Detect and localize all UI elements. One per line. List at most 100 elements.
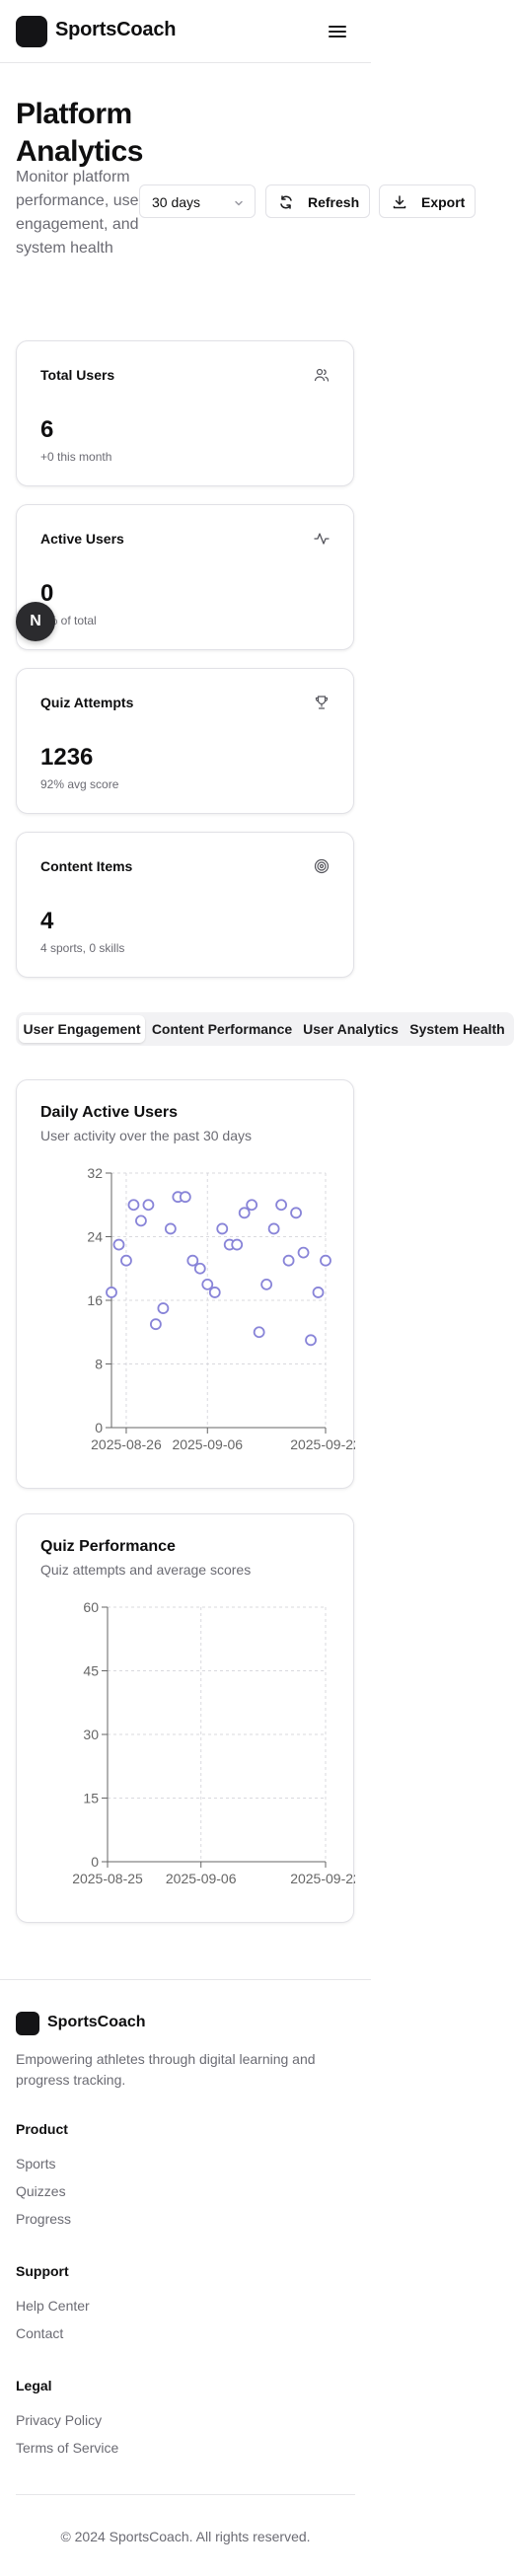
stat-value: 1236 [40,744,94,771]
stat-note: 92% avg score [40,777,119,791]
tab-list: User Engagement Content Performance User… [16,1012,514,1046]
stat-title: Total Users [40,367,115,383]
page-subtitle: Monitor platform performance, user engag… [16,169,144,257]
stat-value: 4 [40,908,54,934]
data-point [208,1287,221,1298]
tab-system-health[interactable]: System Health [405,1015,509,1043]
stat-card-active-users: Active Users 0 0% of total [16,504,354,650]
data-point [193,1262,206,1275]
data-point [112,1238,125,1251]
x-tick-label: 2025-08-26 [91,1436,162,1452]
page-title: Platform Analytics [16,98,143,168]
x-tick-label: 2025-09-06 [172,1436,243,1452]
quiz-performance-card: Quiz Performance Quiz attempts and avera… [16,1513,355,1923]
x-tick-label: 2025-09-22 [290,1436,355,1452]
stat-note: +0 this month [40,450,112,464]
stat-title: Quiz Attempts [40,695,134,710]
y-tick-label: 24 [87,1229,103,1245]
footer-brand: SportsCoach [47,2014,146,2030]
x-tick-label: 2025-08-25 [72,1871,143,1886]
data-point [186,1254,199,1267]
data-point [282,1254,295,1267]
footer-link-privacy-policy[interactable]: Privacy Policy [16,2412,102,2428]
footer-logo [16,2012,39,2035]
stat-title: Active Users [40,531,124,547]
footer-link-sports[interactable]: Sports [16,2156,55,2171]
refresh-icon [278,194,294,210]
brand-name[interactable]: SportsCoach [55,19,176,41]
x-tick-label: 2025-09-06 [166,1871,237,1886]
users-icon [314,367,330,383]
hamburger-menu-icon[interactable] [326,20,349,43]
data-point [142,1199,155,1212]
data-point [238,1207,251,1219]
chevron-down-icon [233,196,245,208]
quiz-performance-chart: 0 15 30 45 60 2025-08-25 2025-09-06 2025-09-22 [72,1599,355,1886]
tab-user-engagement[interactable]: User Engagement [19,1015,145,1043]
footer-link-terms-of-service[interactable]: Terms of Service [16,2440,118,2456]
trophy-icon [314,695,330,710]
data-point [164,1222,177,1235]
export-button[interactable]: Export [379,184,476,218]
y-tick-label: 8 [95,1357,103,1372]
data-point [312,1287,325,1298]
data-point [201,1278,214,1290]
data-point [260,1278,273,1290]
export-label: Export [421,194,466,210]
y-tick-label: 0 [95,1420,103,1435]
target-icon [314,858,330,874]
data-point [135,1214,147,1227]
logo[interactable] [16,16,47,47]
footer-tagline: Empowering athletes through digital lear… [16,2051,316,2088]
y-tick-label: 0 [91,1854,99,1870]
data-point [149,1318,162,1331]
footer-heading-product: Product [16,2121,68,2137]
avatar[interactable]: N [16,602,55,641]
top-nav: SportsCoach [0,0,371,63]
y-tick-label: 15 [83,1791,99,1806]
data-point [157,1302,170,1314]
daily-active-users-chart: 0 8 16 24 32 2025-08-26 2025-09-06 2025-09-22 [87,1165,355,1452]
copyright: © 2024 SportsCoach. All rights reserved. [60,2529,311,2544]
tab-user-analytics[interactable]: User Analytics [299,1015,403,1043]
x-tick-label: 2025-09-22 [290,1871,355,1886]
footer-link-help-center[interactable]: Help Center [16,2298,90,2314]
data-point [320,1254,331,1267]
data-point [106,1287,117,1298]
y-tick-label: 32 [87,1165,103,1181]
data-point [120,1254,132,1267]
y-tick-label: 30 [83,1727,99,1742]
y-tick-label: 60 [83,1599,99,1615]
refresh-label: Refresh [308,194,360,210]
download-icon [392,194,407,210]
data-point [246,1199,258,1212]
data-point [179,1191,191,1204]
date-range-value: 30 days [152,194,201,210]
data-point [290,1207,302,1219]
date-range-select[interactable]: 30 days [139,184,256,218]
data-point [253,1326,265,1339]
stat-title: Content Items [40,858,133,874]
data-point [275,1199,288,1212]
footer-link-quizzes[interactable]: Quizzes [16,2183,66,2199]
stat-card-content-items: Content Items 4 4 sports, 0 skills [16,832,354,978]
daily-active-users-card: Daily Active Users User activity over th… [16,1079,355,1489]
stat-value: 6 [40,416,54,443]
stat-card-total-users: Total Users 6 +0 this month [16,340,354,486]
stat-note: 4 sports, 0 skills [40,941,125,955]
data-point [305,1334,317,1347]
data-point [216,1222,229,1235]
y-tick-label: 45 [83,1663,99,1679]
stat-card-quiz-attempts: Quiz Attempts 1236 92% avg score [16,668,354,814]
footer-heading-support: Support [16,2263,69,2279]
footer-link-contact[interactable]: Contact [16,2325,63,2341]
data-point [127,1199,140,1212]
y-tick-label: 16 [87,1292,103,1308]
footer-heading-legal: Legal [16,2378,52,2393]
footer-link-progress[interactable]: Progress [16,2211,71,2227]
tab-content-performance[interactable]: Content Performance [148,1015,296,1043]
data-point [297,1246,310,1259]
refresh-button[interactable]: Refresh [265,184,370,218]
footer-divider [0,1979,371,1980]
data-point [231,1238,244,1251]
